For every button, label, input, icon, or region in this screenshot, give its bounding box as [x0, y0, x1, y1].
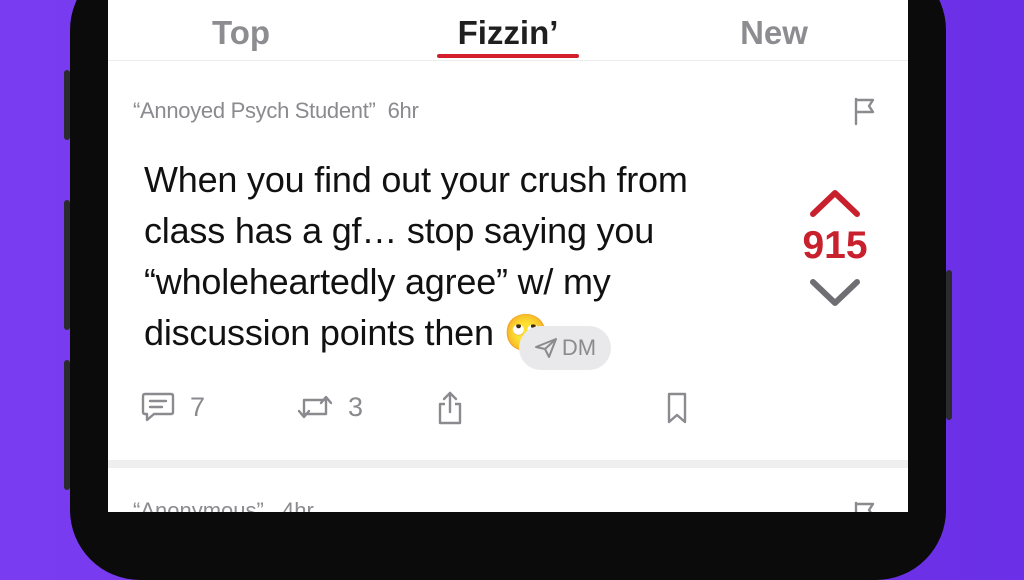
- send-icon: [534, 338, 557, 358]
- tab-top[interactable]: Top: [141, 14, 341, 52]
- post-author: “Annoyed Psych Student”: [133, 98, 376, 123]
- upvote-chevron-icon[interactable]: [809, 188, 861, 218]
- post-card[interactable]: “Annoyed Psych Student” 6hr When you find…: [108, 62, 908, 460]
- app-screen: Top Fizzin’ New “Annoyed Psych Student” 6…: [108, 0, 908, 512]
- phone-side-button: [64, 360, 70, 490]
- bookmark-button[interactable]: [663, 390, 691, 426]
- repost-count: 3: [348, 391, 364, 422]
- feed-tabs: Top Fizzin’ New: [108, 0, 908, 61]
- dm-label: DM: [561, 335, 597, 360]
- comment-icon: [141, 392, 175, 422]
- bookmark-icon: [667, 392, 687, 424]
- post-meta: “Anonymous” 4hr: [133, 498, 314, 512]
- downvote-chevron-icon[interactable]: [809, 278, 861, 308]
- active-tab-indicator: [437, 54, 579, 58]
- post-text: When you find out your crush from class …: [144, 159, 688, 353]
- post-card-next[interactable]: “Anonymous” 4hr: [108, 468, 908, 512]
- flag-icon[interactable]: [852, 500, 878, 512]
- post-meta: “Annoyed Psych Student” 6hr: [133, 98, 419, 124]
- vote-widget: 915: [792, 188, 878, 308]
- comment-button[interactable]: 7: [140, 390, 205, 424]
- repost-icon: [297, 395, 333, 419]
- phone-side-button: [64, 70, 70, 140]
- comment-count: 7: [190, 391, 206, 422]
- phone-side-button: [946, 270, 952, 420]
- post-time: 4hr: [281, 498, 314, 512]
- phone-side-button: [64, 200, 70, 330]
- vote-count: 915: [802, 224, 868, 267]
- post-actions: 7 3: [108, 384, 908, 434]
- tab-new[interactable]: New: [674, 14, 874, 52]
- post-divider: [108, 460, 908, 468]
- flag-icon[interactable]: [852, 96, 878, 126]
- dm-button[interactable]: DM: [519, 326, 611, 370]
- post-time: 6hr: [387, 98, 419, 123]
- repost-button[interactable]: 3: [296, 390, 363, 424]
- post-author: “Anonymous”: [133, 498, 264, 512]
- share-button[interactable]: [435, 390, 465, 426]
- share-icon: [438, 391, 462, 425]
- tab-fizzin[interactable]: Fizzin’: [408, 14, 608, 52]
